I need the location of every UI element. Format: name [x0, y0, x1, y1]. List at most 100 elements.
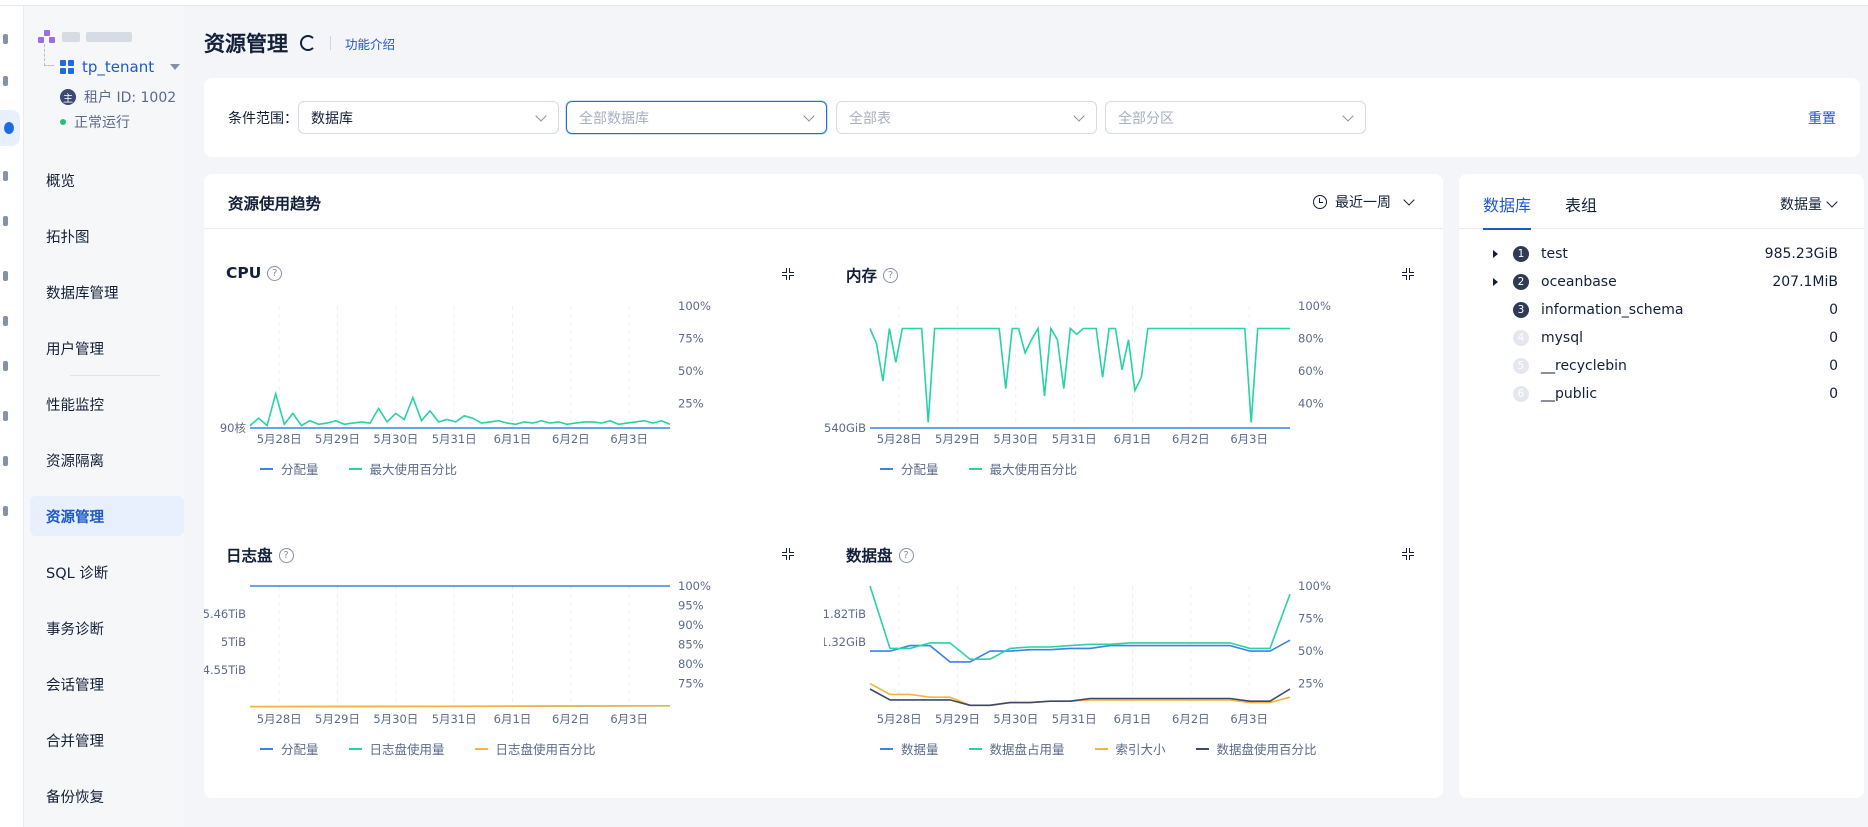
- legend-item[interactable]: 日志盘使用百分比: [474, 739, 596, 758]
- database-select[interactable]: 全部数据库: [566, 101, 827, 134]
- legend-item[interactable]: 分配量: [880, 459, 939, 478]
- rank-badge: 6: [1513, 386, 1529, 402]
- rail-icon[interactable]: [3, 271, 8, 281]
- reset-button[interactable]: 重置: [1808, 108, 1836, 128]
- help-icon[interactable]: ?: [267, 265, 283, 281]
- expand-icon[interactable]: [782, 268, 794, 280]
- x-tick-label: 6月3日: [610, 432, 648, 446]
- primary-badge-icon: 主: [60, 89, 76, 105]
- legend-item[interactable]: 日志盘使用量: [348, 739, 445, 758]
- legend-item[interactable]: 最大使用百分比: [968, 459, 1077, 478]
- chart-title-text: 数据盘: [846, 547, 893, 565]
- blurred-text: [62, 32, 80, 42]
- x-tick-label: 6月3日: [1230, 712, 1268, 726]
- sidebar-item-label: SQL 诊断: [46, 565, 109, 582]
- rail-icon[interactable]: [3, 506, 8, 516]
- scope-select[interactable]: 数据库: [298, 101, 559, 134]
- legend-item[interactable]: 分配量: [260, 459, 319, 478]
- sidebar-item-resource-isolation[interactable]: 资源隔离: [24, 432, 184, 488]
- expand-icon[interactable]: [1402, 548, 1414, 560]
- chevron-down-icon: [1342, 110, 1354, 122]
- list-item[interactable]: 4 mysql 0: [1459, 324, 1864, 352]
- chevron-down-icon: [803, 110, 815, 122]
- legend-item[interactable]: 数据盘占用量: [968, 739, 1065, 758]
- sidebar-item-label: 数据库管理: [46, 285, 119, 302]
- tab-database[interactable]: 数据库: [1483, 192, 1532, 230]
- legend-label: 数据盘占用量: [989, 742, 1065, 757]
- y-tick-label: 25%: [1298, 677, 1324, 691]
- help-icon[interactable]: ?: [278, 547, 294, 563]
- tab-tablegroup[interactable]: 表组: [1565, 192, 1597, 216]
- sidebar-item-merge-mgmt[interactable]: 合并管理: [24, 712, 184, 768]
- x-tick-label: 5月31日: [1052, 712, 1097, 726]
- time-range-select[interactable]: 最近一周: [1313, 192, 1415, 212]
- sidebar-item-label: 会话管理: [46, 677, 104, 694]
- trend-title: 资源使用趋势: [228, 195, 322, 213]
- cluster-row[interactable]: [38, 30, 132, 44]
- expand-icon[interactable]: [782, 548, 794, 560]
- sidebar-item-backup-restore[interactable]: 备份恢复: [24, 768, 184, 824]
- tenant-selector[interactable]: tp_tenant: [60, 58, 181, 76]
- database-size: 0: [1829, 302, 1838, 318]
- y-tick-label: 100%: [678, 299, 711, 313]
- feature-intro-link[interactable]: 功能介绍: [345, 34, 395, 53]
- page-title: 资源管理: [204, 32, 288, 56]
- table-select[interactable]: 全部表: [836, 101, 1097, 134]
- rail-icon[interactable]: [3, 76, 8, 86]
- rail-icon[interactable]: [3, 34, 8, 44]
- database-name: test: [1541, 246, 1568, 262]
- sidebar-item-sql-diagnosis[interactable]: SQL 诊断: [24, 544, 184, 600]
- rail-icon[interactable]: [3, 171, 8, 181]
- legend-item[interactable]: 最大使用百分比: [348, 459, 457, 478]
- y-tick-label: 4.55TiB: [204, 663, 246, 677]
- sidebar-item-database-mgmt[interactable]: 数据库管理: [24, 264, 184, 320]
- y-tick-label: 75%: [678, 677, 704, 691]
- legend-item[interactable]: 索引大小: [1094, 739, 1166, 758]
- rail-icon[interactable]: [3, 216, 8, 226]
- rail-icon-active[interactable]: [0, 110, 20, 146]
- metric-select[interactable]: 数据量: [1780, 194, 1838, 214]
- legend-item[interactable]: 数据盘使用百分比: [1195, 739, 1317, 758]
- list-item[interactable]: 6 __public 0: [1459, 380, 1864, 408]
- chart-title: 日志盘?: [226, 544, 294, 566]
- list-item[interactable]: 3 information_schema 0: [1459, 296, 1864, 324]
- legend-swatch: [260, 467, 273, 470]
- partition-select[interactable]: 全部分区: [1105, 101, 1366, 134]
- x-tick-label: 5月29日: [935, 432, 980, 446]
- x-tick-label: 5月28日: [257, 712, 302, 726]
- sidebar-item-session-mgmt[interactable]: 会话管理: [24, 656, 184, 712]
- help-icon[interactable]: ?: [898, 547, 914, 563]
- database-name: __recyclebin: [1541, 358, 1627, 374]
- sidebar-item-topology[interactable]: 拓扑图: [24, 208, 184, 264]
- list-item[interactable]: 2 oceanbase 207.1MiB: [1459, 268, 1864, 296]
- y-tick-label: 540GiB: [824, 421, 866, 435]
- sidebar-item-transaction-diagnosis[interactable]: 事务诊断: [24, 600, 184, 656]
- rail-icon[interactable]: [3, 361, 8, 371]
- caret-right-icon[interactable]: [1493, 250, 1498, 258]
- expand-icon[interactable]: [1402, 268, 1414, 280]
- data-disk-chart: 5月28日 5月29日 5月30日 5月31日 6月1日 6月2日 6月3日 100% 75% 5…: [824, 579, 1331, 726]
- refresh-icon[interactable]: [300, 35, 316, 51]
- legend-item[interactable]: 数据量: [880, 739, 939, 758]
- legend-item[interactable]: 分配量: [260, 739, 319, 758]
- sidebar-item-label: 资源隔离: [46, 453, 104, 470]
- x-tick-label: 6月3日: [1230, 432, 1268, 446]
- x-tick-label: 5月31日: [432, 432, 477, 446]
- help-icon[interactable]: ?: [883, 267, 899, 283]
- sidebar-item-resource-mgmt[interactable]: 资源管理: [30, 496, 184, 536]
- rail-icon[interactable]: [3, 411, 8, 421]
- list-item[interactable]: 5 __recyclebin 0: [1459, 352, 1864, 380]
- y-tick-label: 50%: [678, 364, 704, 378]
- series-line: [249, 705, 671, 708]
- rail-icon[interactable]: [3, 456, 8, 466]
- caret-right-icon[interactable]: [1493, 278, 1498, 286]
- blurred-text: [86, 32, 132, 42]
- chevron-down-icon: [1403, 194, 1415, 206]
- list-item[interactable]: 1 test 985.23GiB: [1459, 240, 1864, 268]
- chart-title: 内存?: [846, 264, 899, 286]
- rail-icon[interactable]: [3, 316, 8, 326]
- sidebar-item-overview[interactable]: 概览: [24, 152, 184, 208]
- sidebar-item-perf-monitor[interactable]: 性能监控: [24, 376, 184, 432]
- caret-down-icon[interactable]: [170, 64, 181, 70]
- sidebar-item-user-mgmt[interactable]: 用户管理: [24, 320, 184, 376]
